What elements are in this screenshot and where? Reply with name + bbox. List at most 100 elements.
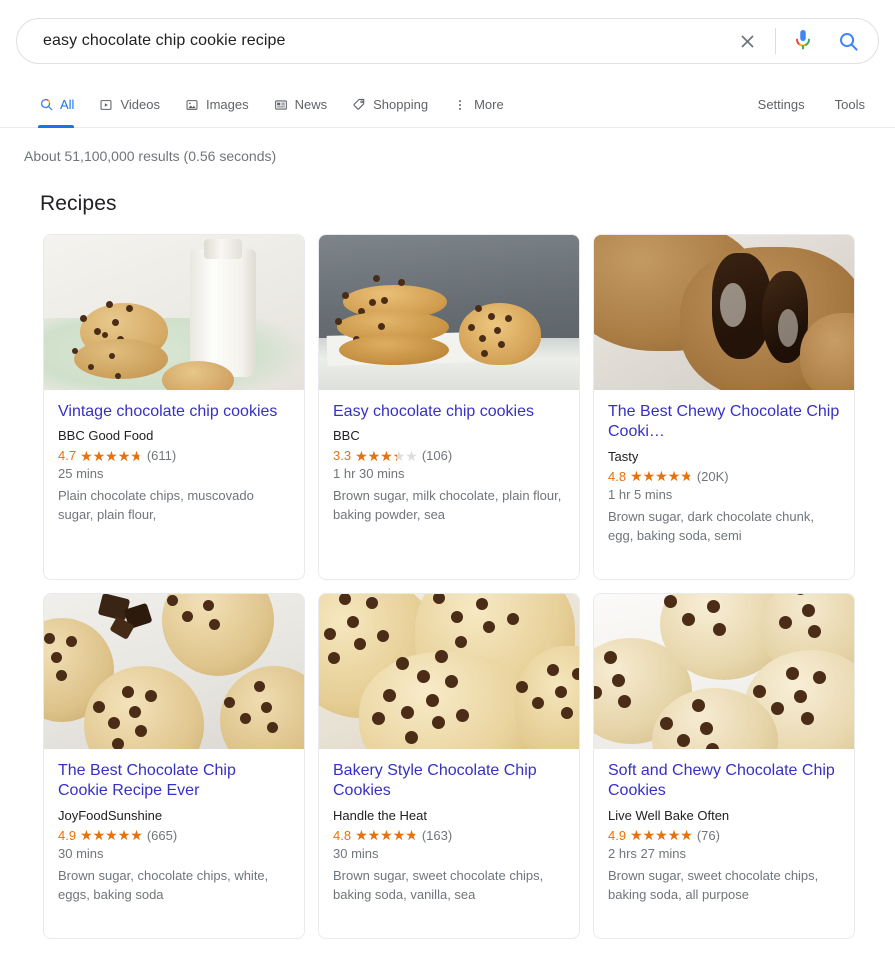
tab-active-underline [38, 125, 75, 128]
review-count: (163) [421, 827, 453, 843]
recipe-photo [319, 235, 579, 390]
recipe-card[interactable]: The Best Chewy Chocolate Chip Cooki… Tas… [593, 234, 855, 580]
recipe-time: 2 hrs 27 mins [608, 845, 687, 861]
recipe-rating: 3.3 ★★★★★ ★★★★★ (106) [333, 448, 565, 463]
recipe-cards-grid: Vintage chocolate chip cookies BBC Good … [0, 216, 895, 939]
recipe-photo [44, 594, 304, 749]
recipe-source: Tasty [608, 448, 639, 464]
star-rating-icon: ★★★★★ ★★★★★ [630, 827, 693, 844]
microphone-icon[interactable] [790, 26, 816, 56]
recipe-ingredients: Brown sugar, dark chocolate chunk, egg, … [608, 508, 814, 543]
star-rating-icon: ★★★★★ ★★★★★ [630, 468, 693, 485]
recipe-photo [44, 235, 304, 390]
recipe-photo [319, 594, 579, 749]
review-count: (611) [146, 448, 177, 464]
recipe-title[interactable]: Vintage chocolate chip cookies [58, 402, 290, 422]
rating-value: 4.8 [608, 468, 627, 484]
search-tabs: All Videos Images News Shopping More [16, 82, 758, 128]
recipe-photo [594, 235, 854, 390]
review-count: (106) [421, 448, 453, 464]
rating-value: 4.7 [58, 448, 77, 464]
recipe-ingredients: Brown sugar, milk chocolate, plain flour… [333, 488, 562, 523]
recipe-card[interactable]: The Best Chocolate Chip Cookie Recipe Ev… [43, 593, 305, 939]
recipe-ingredients: Brown sugar, sweet chocolate chips, baki… [608, 867, 819, 902]
star-rating-icon: ★★★★★ ★★★★★ [355, 447, 418, 464]
recipe-card-body: The Best Chocolate Chip Cookie Recipe Ev… [44, 749, 304, 938]
star-rating-icon: ★★★★★ ★★★★★ [80, 827, 143, 844]
recipe-rating: 4.8 ★★★★★ ★★★★★ (20K) [608, 469, 840, 484]
recipe-photo [594, 594, 854, 749]
recipe-thumbnail[interactable] [319, 235, 579, 390]
more-vertical-icon [452, 97, 468, 113]
rating-value: 4.9 [608, 827, 627, 843]
tools-link[interactable]: Tools [835, 82, 865, 127]
recipe-ingredients: Plain chocolate chips, muscovado sugar, … [58, 488, 254, 523]
nav-right-links: Settings Tools [758, 82, 879, 127]
rating-value: 3.3 [333, 448, 352, 464]
recipe-time: 25 mins [58, 466, 104, 482]
tab-videos-label: Videos [120, 97, 160, 112]
recipe-title[interactable]: Soft and Chewy Chocolate Chip Cookies [608, 761, 840, 802]
settings-link[interactable]: Settings [758, 82, 805, 127]
recipe-card[interactable]: Soft and Chewy Chocolate Chip Cookies Li… [593, 593, 855, 939]
recipe-card-body: Bakery Style Chocolate Chip Cookies Hand… [319, 749, 579, 938]
recipe-title[interactable]: The Best Chewy Chocolate Chip Cooki… [608, 402, 840, 443]
recipe-ingredients: Brown sugar, sweet chocolate chips, baki… [333, 867, 544, 902]
tab-videos[interactable]: Videos [88, 82, 174, 127]
tab-all[interactable]: All [16, 82, 88, 128]
tab-shopping[interactable]: Shopping [341, 82, 442, 127]
tab-news[interactable]: News [263, 82, 342, 127]
tab-all-label: All [60, 97, 75, 112]
recipe-source: Handle the Heat [333, 807, 427, 823]
tab-news-label: News [294, 97, 328, 112]
recipe-thumbnail[interactable] [594, 594, 854, 749]
tab-more[interactable]: More [442, 82, 518, 127]
review-count: (20K) [696, 468, 729, 484]
star-rating-icon: ★★★★★ ★★★★★ [80, 447, 143, 464]
tab-more-label: More [474, 97, 504, 112]
recipe-thumbnail[interactable] [594, 235, 854, 390]
recipe-source: JoyFoodSunshine [58, 807, 163, 823]
search-divider [775, 28, 776, 54]
search-box[interactable] [16, 18, 879, 64]
recipe-rating: 4.8 ★★★★★ ★★★★★ (163) [333, 828, 565, 843]
recipe-rating: 4.9 ★★★★★ ★★★★★ (665) [58, 828, 290, 843]
recipe-card[interactable]: Bakery Style Chocolate Chip Cookies Hand… [318, 593, 580, 939]
recipe-rating: 4.9 ★★★★★ ★★★★★ (76) [608, 828, 840, 843]
rating-value: 4.8 [333, 827, 352, 843]
tab-images-label: Images [205, 97, 249, 112]
recipe-ingredients: Brown sugar, chocolate chips, white, egg… [58, 867, 269, 902]
search-input[interactable] [43, 32, 733, 50]
recipe-card-body: The Best Chewy Chocolate Chip Cooki… Tas… [594, 390, 854, 579]
recipe-card[interactable]: Easy chocolate chip cookies BBC 3.3 ★★★★… [318, 234, 580, 580]
recipe-time: 30 mins [58, 845, 104, 861]
recipe-source: BBC Good Food [58, 428, 154, 444]
search-icon[interactable] [834, 27, 862, 55]
recipe-card-body: Soft and Chewy Chocolate Chip Cookies Li… [594, 749, 854, 938]
recipe-card-body: Vintage chocolate chip cookies BBC Good … [44, 390, 304, 579]
recipe-rating: 4.7 ★★★★★ ★★★★★ (611) [58, 448, 290, 463]
review-count: (76) [696, 827, 720, 843]
google-search-icon [38, 97, 54, 113]
tab-images[interactable]: Images [174, 82, 263, 127]
recipe-source: Live Well Bake Often [608, 807, 730, 823]
recipe-title[interactable]: Easy chocolate chip cookies [333, 402, 565, 422]
image-icon [184, 97, 200, 113]
recipe-source: BBC [333, 428, 360, 444]
tab-shopping-label: Shopping [373, 97, 429, 112]
tag-icon [351, 97, 367, 113]
recipe-title[interactable]: Bakery Style Chocolate Chip Cookies [333, 761, 565, 802]
recipe-card[interactable]: Vintage chocolate chip cookies BBC Good … [43, 234, 305, 580]
video-icon [98, 97, 114, 113]
recipe-time: 30 mins [333, 845, 379, 861]
close-icon[interactable] [733, 27, 761, 55]
recipe-thumbnail[interactable] [319, 594, 579, 749]
recipe-title[interactable]: The Best Chocolate Chip Cookie Recipe Ev… [58, 761, 290, 802]
recipe-time: 1 hr 5 mins [608, 486, 673, 502]
recipes-heading: Recipes [40, 192, 117, 215]
recipe-card-body: Easy chocolate chip cookies BBC 3.3 ★★★★… [319, 390, 579, 579]
news-icon [273, 97, 289, 113]
recipe-time: 1 hr 30 mins [333, 466, 405, 482]
recipe-thumbnail[interactable] [44, 594, 304, 749]
recipe-thumbnail[interactable] [44, 235, 304, 390]
